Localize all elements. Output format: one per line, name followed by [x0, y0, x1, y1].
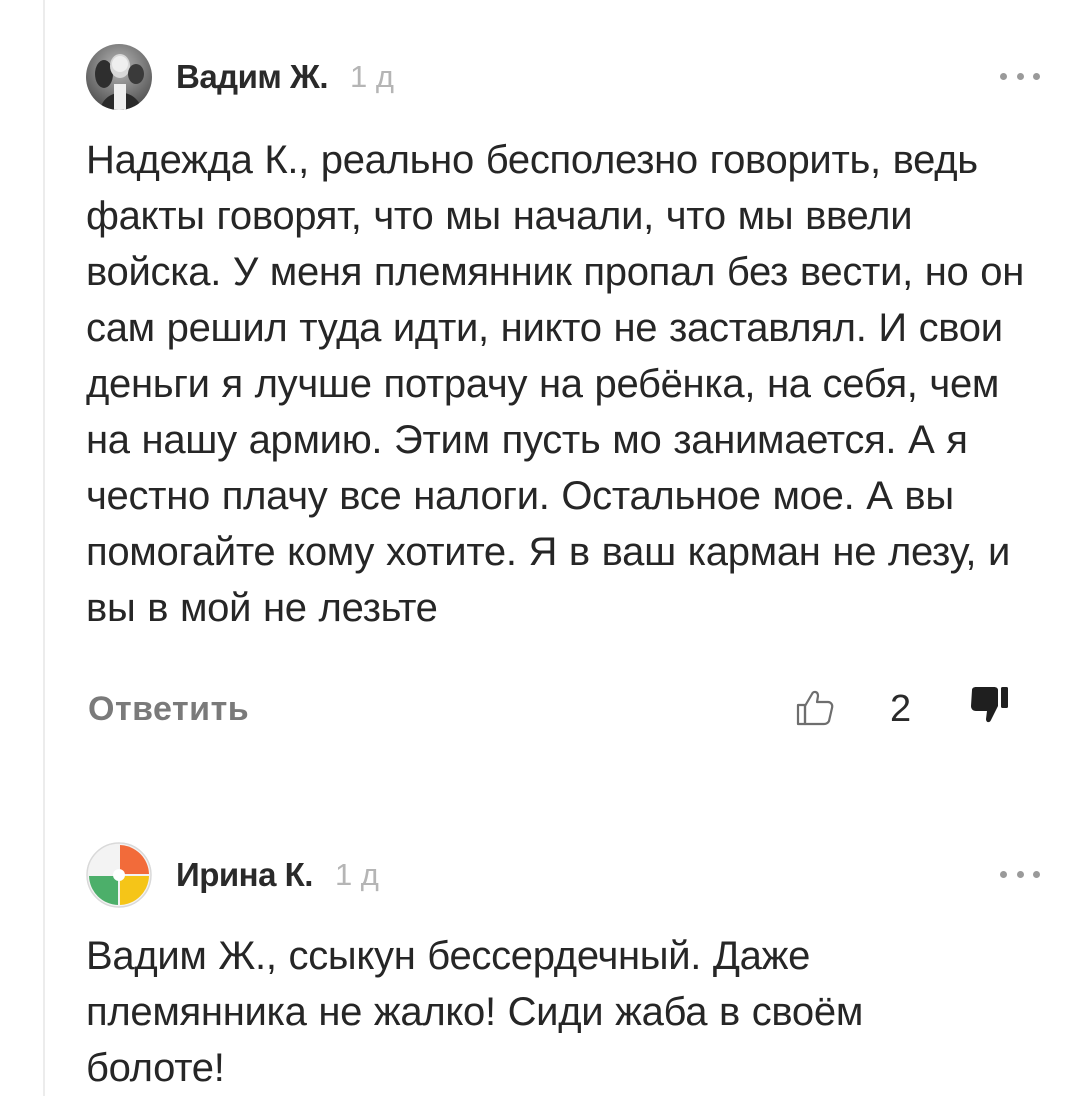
dot [1000, 870, 1007, 878]
comments-page: Вадим Ж. 1 д Надежда К., реально бесполе… [0, 0, 1080, 1096]
dot [1016, 72, 1024, 80]
default-avatar-icon[interactable] [86, 842, 152, 908]
comment-header: Ирина К. 1 д [86, 842, 1046, 908]
comment-actions: Ответить 2 [86, 686, 1046, 736]
more-dots-icon[interactable] [1000, 864, 1040, 884]
dot [1016, 870, 1024, 878]
dot [1033, 72, 1040, 80]
user-photo-avatar[interactable] [86, 44, 152, 110]
comment-time: 1 д [334, 857, 379, 892]
comment-header: Вадим Ж. 1 д [86, 44, 1046, 110]
comment: Ирина К. 1 д Вадим Ж., ссыкун бессердечн… [86, 842, 1046, 1096]
thumbs-up-outline-icon[interactable] [794, 686, 838, 730]
author-name[interactable]: Вадим Ж. [176, 58, 329, 96]
thread-line [43, 0, 45, 1096]
like-count: 2 [890, 688, 912, 730]
reply-button[interactable]: Ответить [88, 690, 249, 729]
thumbs-down-filled-icon[interactable] [968, 686, 1012, 730]
dot [1033, 870, 1040, 878]
comment-text: Вадим Ж., ссыкун бессердечный. Даже плем… [86, 934, 864, 1090]
dot [1000, 72, 1007, 80]
comment: Вадим Ж. 1 д Надежда К., реально бесполе… [86, 44, 1046, 736]
comment-time: 1 д [350, 59, 394, 94]
author-name[interactable]: Ирина К. [176, 856, 313, 894]
more-dots-icon[interactable] [1000, 66, 1040, 86]
comment-text: Надежда К., реально бесполезно говорить,… [86, 138, 1025, 630]
